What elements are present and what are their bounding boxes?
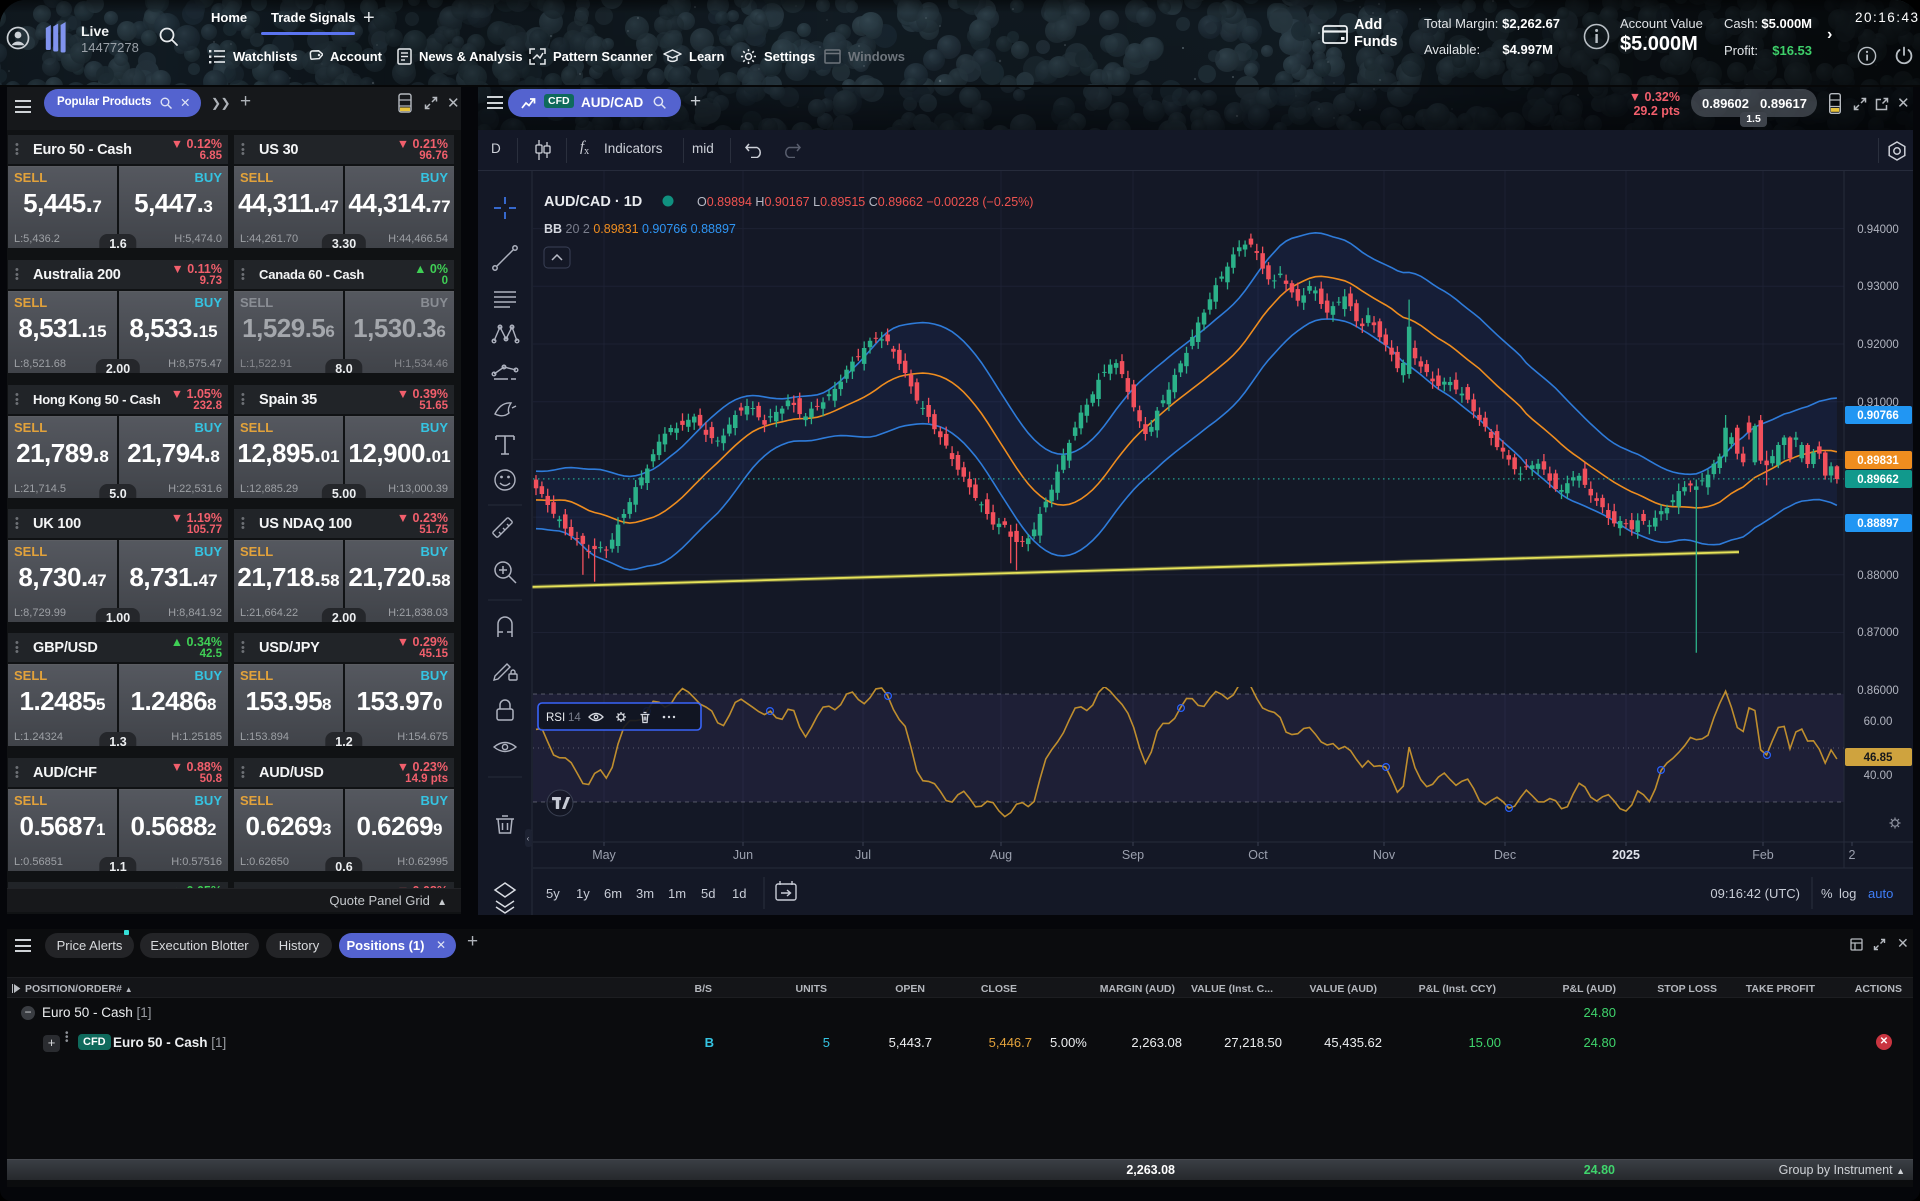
svg-text:6m: 6m: [604, 886, 622, 901]
svg-text:2: 2: [1849, 848, 1856, 862]
svg-text:log: log: [1839, 886, 1856, 901]
svg-text:0.93000: 0.93000: [1857, 281, 1899, 293]
svg-text:14: 14: [568, 712, 581, 724]
svg-text:‹: ‹: [527, 834, 530, 843]
svg-text:1y: 1y: [576, 886, 590, 901]
svg-text:O0.89894 H0.90167 L0.89515 C0.: O0.89894 H0.90167 L0.89515 C0.89662 −0.0…: [697, 195, 1033, 209]
svg-text:1d: 1d: [732, 886, 746, 901]
svg-text:0.94000: 0.94000: [1857, 224, 1899, 236]
svg-text:Feb: Feb: [1752, 848, 1774, 862]
svg-text:Jun: Jun: [733, 848, 753, 862]
svg-text:0.86000: 0.86000: [1857, 685, 1899, 697]
svg-text:3m: 3m: [636, 886, 654, 901]
svg-text:May: May: [592, 848, 616, 862]
svg-text:BB 20 2 0.89831 0.90766 0.8: BB 20 2 0.89831 0.90766 0.88897: [544, 222, 736, 236]
svg-text:Oct: Oct: [1248, 848, 1268, 862]
svg-text:0.89662: 0.89662: [1857, 474, 1899, 486]
svg-text:40.00: 40.00: [1864, 770, 1893, 782]
svg-text:0.90766: 0.90766: [1857, 410, 1899, 422]
svg-text:0.87000: 0.87000: [1857, 627, 1899, 639]
svg-text:Dec: Dec: [1494, 848, 1516, 862]
svg-text:5d: 5d: [701, 886, 715, 901]
svg-text:5y: 5y: [546, 886, 560, 901]
svg-text:RSI: RSI: [546, 712, 565, 724]
svg-text:0.88000: 0.88000: [1857, 570, 1899, 582]
svg-text:2025: 2025: [1612, 848, 1640, 862]
svg-text:AUD/CAD · 1D: AUD/CAD · 1D: [544, 194, 642, 210]
svg-text:Aug: Aug: [990, 848, 1012, 862]
svg-text:0.92000: 0.92000: [1857, 339, 1899, 351]
svg-text:0.88897: 0.88897: [1857, 518, 1899, 530]
svg-text:Jul: Jul: [855, 848, 871, 862]
svg-text:09:16:42 (UTC): 09:16:42 (UTC): [1710, 886, 1800, 901]
svg-text:auto: auto: [1868, 886, 1893, 901]
svg-text:%: %: [1821, 886, 1833, 901]
svg-text:0.89831: 0.89831: [1857, 455, 1899, 467]
svg-text:1m: 1m: [668, 886, 686, 901]
svg-text:46.85: 46.85: [1864, 752, 1893, 764]
svg-text:60.00: 60.00: [1864, 716, 1893, 728]
svg-text:Sep: Sep: [1122, 848, 1144, 862]
svg-text:Nov: Nov: [1373, 848, 1396, 862]
